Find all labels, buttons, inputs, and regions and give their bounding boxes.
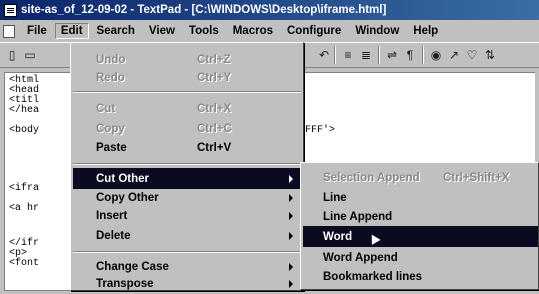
code-line: <a hr (9, 203, 40, 214)
menu-item-label: Copy Other (96, 191, 159, 204)
menu-item-shortcut: Ctrl+C (197, 122, 232, 135)
submenu-arrow-icon (289, 211, 293, 220)
menu-item-label: Bookmarked lines (323, 270, 423, 283)
title-bar[interactable]: site-as_of_12-09-02 - TextPad - [C:\WIND… (0, 0, 539, 20)
code-line: <body (9, 125, 40, 136)
submenu-item-line-append[interactable]: Line Append (303, 206, 538, 227)
menu-item-label: Line (323, 191, 347, 204)
menu-item-label: Word (323, 230, 353, 243)
code-line: <ifra (9, 183, 40, 194)
submenu-arrow-icon (289, 279, 293, 288)
submenu-item-word-append[interactable]: Word Append (303, 247, 538, 268)
code-line: FFF'> (305, 125, 336, 136)
submenu-item-word[interactable]: Word (303, 226, 538, 247)
menu-view[interactable]: View (143, 23, 181, 39)
window-title: site-as_of_12-09-02 - TextPad - [C:\WIND… (21, 4, 387, 16)
record-macro-icon[interactable]: ◉ (428, 47, 444, 63)
menu-separator (73, 251, 301, 253)
menu-item-label: Transpose (96, 277, 154, 290)
menu-item-redo[interactable]: Redo Ctrl+Y (73, 67, 301, 88)
menu-item-label: Undo (96, 53, 126, 66)
mouse-cursor-icon (367, 232, 381, 245)
code-line: <font (9, 258, 40, 269)
submenu-item-line[interactable]: Line (303, 187, 538, 208)
word-wrap-icon[interactable]: ⇌ (384, 47, 400, 63)
menu-item-shortcut: Ctrl+X (197, 102, 232, 115)
menu-item-label: Word Append (323, 251, 398, 264)
menu-item-label: Delete (96, 229, 131, 242)
menu-item-label: Selection Append (323, 171, 420, 184)
menu-item-label: Redo (96, 71, 125, 84)
indent-icon[interactable]: ≡ (340, 47, 356, 63)
submenu-arrow-icon (289, 193, 293, 202)
new-file-icon[interactable]: ▯ (4, 47, 20, 63)
toolbar-separator (378, 46, 380, 64)
code-line: </hea (9, 105, 40, 116)
menu-file[interactable]: File (21, 23, 53, 39)
undo-icon[interactable]: ↶ (316, 47, 332, 63)
menu-macros[interactable]: Macros (227, 23, 279, 39)
menu-tools[interactable]: Tools (183, 23, 225, 39)
menu-item-shortcut: Ctrl+Y (197, 71, 232, 84)
toolbar-separator (334, 46, 336, 64)
menu-item-cut[interactable]: Cut Ctrl+X (73, 98, 301, 119)
document-icon[interactable] (3, 24, 15, 38)
menu-separator (73, 91, 301, 93)
menu-item-label: Line Append (323, 210, 393, 223)
toolbar-separator (422, 46, 424, 64)
menu-item-label: Copy (96, 122, 125, 135)
tools-icon[interactable]: ↗ (446, 47, 462, 63)
menu-item-label: Cut (96, 102, 116, 115)
show-paragraph-icon[interactable]: ¶ (402, 47, 418, 63)
menu-window[interactable]: Window (349, 23, 405, 39)
open-file-icon[interactable]: ▭ (22, 47, 38, 63)
textpad-app-icon[interactable] (4, 3, 17, 17)
menu-item-shortcut: Ctrl+Z (197, 53, 231, 66)
menu-separator (73, 163, 301, 165)
spelling-icon[interactable]: ♡ (464, 47, 480, 63)
sort-icon[interactable]: ⇅ (482, 47, 498, 63)
cut-other-submenu: Selection Append Ctrl+Shift+X Line Line … (300, 162, 539, 290)
menu-configure[interactable]: Configure (281, 23, 347, 39)
menu-item-label: Insert (96, 209, 128, 222)
menu-help[interactable]: Help (407, 23, 444, 39)
menu-item-shortcut: Ctrl+Shift+X (443, 171, 510, 184)
menu-search[interactable]: Search (91, 23, 141, 39)
menu-item-shortcut: Ctrl+V (197, 141, 232, 154)
menu-item-delete[interactable]: Delete (73, 225, 301, 246)
menu-item-paste[interactable]: Paste Ctrl+V (73, 137, 301, 158)
menu-item-cut-other[interactable]: Cut Other (73, 168, 301, 189)
submenu-arrow-icon (289, 231, 293, 240)
submenu-item-bookmarked-lines[interactable]: Bookmarked lines (303, 266, 538, 287)
menu-edit[interactable]: Edit (54, 23, 89, 39)
edit-menu-dropdown: Undo Ctrl+Z Redo Ctrl+Y Cut Ctrl+X Copy … (70, 42, 304, 291)
menu-item-label: Cut Other (96, 172, 150, 185)
submenu-arrow-icon (289, 174, 293, 183)
outdent-icon[interactable]: ≣ (358, 47, 374, 63)
submenu-arrow-icon (289, 262, 293, 271)
menu-bar: File Edit Search View Tools Macros Confi… (0, 20, 539, 42)
submenu-item-selection-append[interactable]: Selection Append Ctrl+Shift+X (303, 167, 538, 188)
menu-item-label: Change Case (96, 260, 169, 273)
menu-item-copy[interactable]: Copy Ctrl+C (73, 118, 301, 139)
menu-item-label: Paste (96, 141, 127, 154)
menu-item-insert[interactable]: Insert (73, 205, 301, 226)
